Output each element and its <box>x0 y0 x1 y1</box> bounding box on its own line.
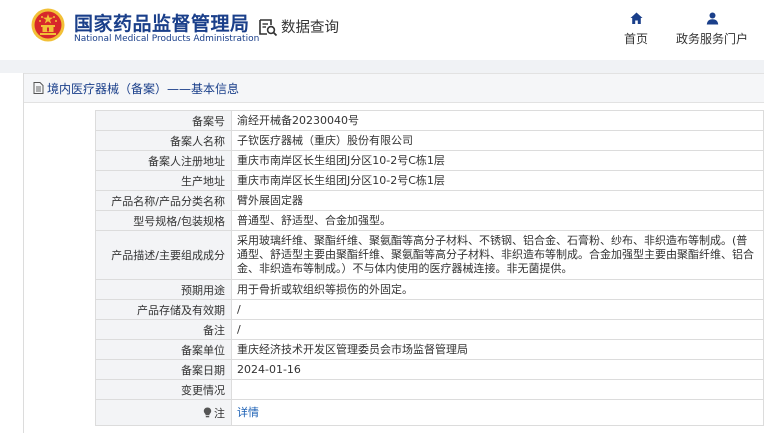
field-label: 备案人名称 <box>95 130 232 151</box>
table-row: 型号规格/包装规格 普通型、舒适型、合金加强型。 <box>95 210 764 231</box>
field-value: 重庆市南岸区长生组团J分区10-2号C栋1层 <box>231 170 764 191</box>
home-icon <box>630 12 642 24</box>
table-row: 备案日期 2024-01-16 <box>95 359 764 380</box>
field-label: 备案人注册地址 <box>95 150 232 171</box>
record-info-table: 备案号 渝经开械备20230040号 备案人名称 子钦医疗器械（重庆）股份有限公… <box>95 110 764 426</box>
panel-title-bar: 境内医疗器械（备案）——基本信息 <box>24 73 764 103</box>
table-row: 备案人名称 子钦医疗器械（重庆）股份有限公司 <box>95 130 764 151</box>
field-label: 备案号 <box>95 110 232 131</box>
field-label: 产品存储及有效期 <box>95 299 232 320</box>
field-label: 变更情况 <box>95 379 232 400</box>
search-document-icon <box>259 18 278 36</box>
field-value: 用于骨折或软组织等损伤的外固定。 <box>231 279 764 300</box>
field-label: 型号规格/包装规格 <box>95 210 232 231</box>
table-row: 产品名称/产品分类名称 臂外展固定器 <box>95 190 764 211</box>
note-label: 注 <box>214 406 225 420</box>
field-value: / <box>231 319 764 340</box>
site-header: 国家药品监督管理局 National Medical Products Admi… <box>0 0 764 60</box>
header-divider <box>0 60 764 73</box>
panel-title: 境内医疗器械（备案）——基本信息 <box>47 81 240 96</box>
field-value: 渝经开械备20230040号 <box>231 110 764 131</box>
data-query-label: 数据查询 <box>281 20 339 36</box>
field-value: 子钦医疗器械（重庆）股份有限公司 <box>231 130 764 151</box>
field-label: 预期用途 <box>95 279 232 300</box>
table-row: 注 详情 <box>95 399 764 426</box>
note-label-cell: 注 <box>95 399 232 426</box>
field-value: 臂外展固定器 <box>231 190 764 211</box>
national-emblem-icon <box>31 8 65 42</box>
table-row: 变更情况 <box>95 379 764 400</box>
field-label: 产品描述/主要组成成分 <box>95 230 232 280</box>
bulb-icon <box>203 407 212 417</box>
field-value: 重庆经济技术开发区管理委员会市场监督管理局 <box>231 339 764 360</box>
field-value: 普通型、舒适型、合金加强型。 <box>231 210 764 231</box>
table-row: 备案号 渝经开械备20230040号 <box>95 110 764 131</box>
table-row: 预期用途 用于骨折或软组织等损伤的外固定。 <box>95 279 764 300</box>
data-query-link[interactable]: 数据查询 <box>258 16 339 37</box>
document-icon <box>33 82 44 94</box>
table-row: 备案单位 重庆经济技术开发区管理委员会市场监督管理局 <box>95 339 764 360</box>
brand-title: 国家药品监督管理局 <box>74 13 250 35</box>
field-label: 产品名称/产品分类名称 <box>95 190 232 211</box>
field-label: 备案单位 <box>95 339 232 360</box>
nav-home[interactable]: 首页 <box>619 12 653 47</box>
field-value: 采用玻璃纤维、聚酯纤维、聚氨酯等高分子材料、不锈钢、铝合金、石膏粉、纱布、非织造… <box>231 230 764 280</box>
nav-service-label: 政务服务门户 <box>675 32 748 46</box>
table-row: 产品描述/主要组成成分 采用玻璃纤维、聚酯纤维、聚氨酯等高分子材料、不锈钢、铝合… <box>95 230 764 280</box>
field-value: 2024-01-16 <box>231 359 764 380</box>
field-value: 重庆市南岸区长生组团J分区10-2号C栋1层 <box>231 150 764 171</box>
field-value: / <box>231 299 764 320</box>
field-label: 备注 <box>95 319 232 340</box>
table-row: 产品存储及有效期 / <box>95 299 764 320</box>
table-row: 生产地址 重庆市南岸区长生组团J分区10-2号C栋1层 <box>95 170 764 191</box>
field-value <box>231 379 764 400</box>
table-row: 备案人注册地址 重庆市南岸区长生组团J分区10-2号C栋1层 <box>95 150 764 171</box>
user-icon <box>706 12 718 25</box>
nav-home-label: 首页 <box>623 32 648 46</box>
nav-service-portal[interactable]: 政务服务门户 <box>670 12 754 47</box>
field-label: 备案日期 <box>95 359 232 380</box>
details-link[interactable]: 详情 <box>231 399 764 426</box>
field-label: 生产地址 <box>95 170 232 191</box>
brand-subtitle: National Medical Products Administration <box>74 34 260 44</box>
table-row: 备注 / <box>95 319 764 340</box>
